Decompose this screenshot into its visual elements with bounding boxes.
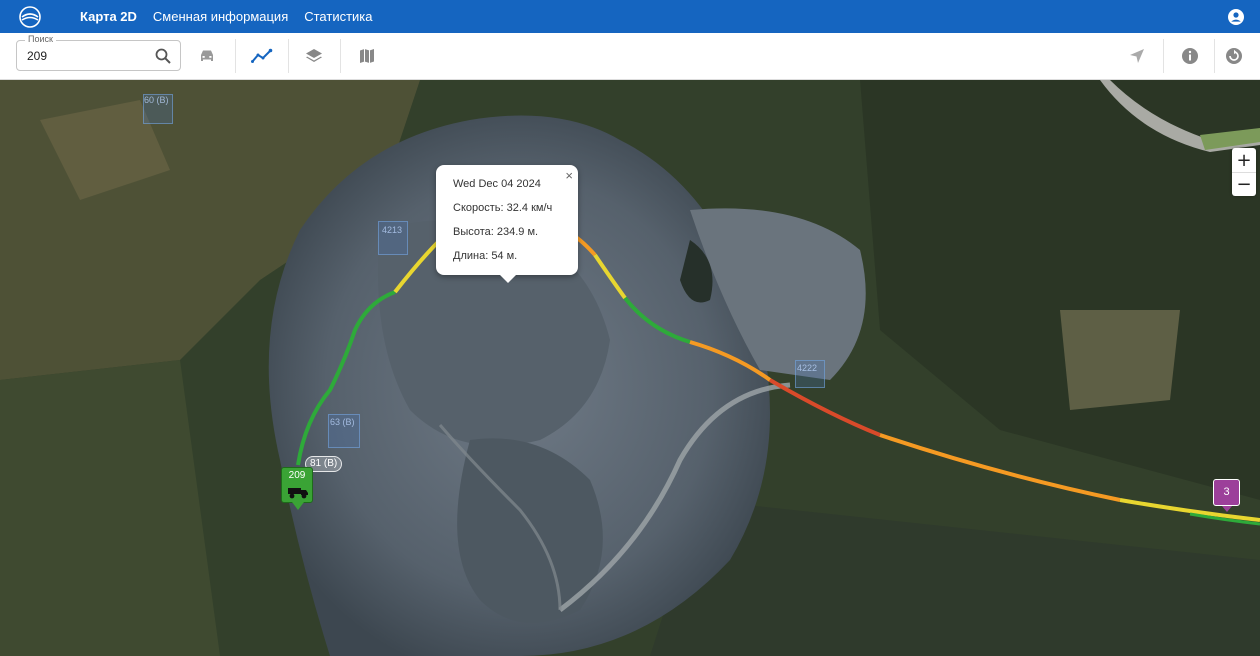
zoom-in-button[interactable]: + (1232, 148, 1256, 172)
main-nav: Карта 2D Сменная информация Статистика (80, 0, 373, 33)
popup-date: Wed Dec 04 2024 (453, 178, 541, 190)
faint-marker-label: 60 (В) (144, 95, 169, 105)
track-button[interactable] (249, 43, 275, 69)
zoom-out-button[interactable]: − (1232, 172, 1256, 196)
track-point-popup: × Wed Dec 04 2024 Скорость: 32.4 км/ч Вы… (436, 165, 578, 283)
faint-marker-label: 63 (В) (330, 417, 355, 427)
nav-item-shift-info[interactable]: Сменная информация (153, 9, 288, 24)
popup-close-button[interactable]: × (565, 168, 573, 183)
zoom-control: + − (1232, 148, 1256, 196)
popup-speed: Скорость: 32.4 км/ч (453, 202, 553, 214)
map-icon (360, 49, 374, 63)
vehicle-marker[interactable]: 209 (281, 467, 313, 510)
refresh-button[interactable] (1221, 43, 1247, 69)
layers-icon (306, 49, 322, 62)
user-account-icon[interactable] (1228, 9, 1244, 25)
refresh-icon (1226, 48, 1242, 64)
cluster-marker[interactable]: 3 (1213, 479, 1240, 512)
faint-marker-label: 4222 (797, 363, 818, 373)
navigation-button[interactable] (1124, 43, 1150, 69)
route-icon (251, 48, 273, 63)
top-nav-bar: Карта 2D Сменная информация Статистика (0, 0, 1260, 33)
toolbar-divider (235, 39, 236, 73)
toolbar-divider (340, 39, 341, 73)
car-icon (201, 50, 213, 61)
map-type-button[interactable] (354, 43, 380, 69)
satellite-map (0, 80, 1260, 656)
navigation-icon (1130, 49, 1144, 63)
nav-item-statistics[interactable]: Статистика (304, 9, 372, 24)
toolbar-divider (1163, 39, 1164, 73)
nav-item-map-2d[interactable]: Карта 2D (80, 9, 137, 24)
toolbar-divider (1214, 39, 1215, 73)
popup-height: Высота: 234.9 м. (453, 226, 539, 238)
info-icon (1182, 48, 1198, 64)
app-logo-icon[interactable] (18, 5, 42, 29)
search-label: Поиск (25, 34, 56, 44)
faint-marker-label: 4213 (382, 225, 403, 235)
vehicle-label: 209 (288, 470, 306, 481)
layers-button[interactable] (301, 43, 327, 69)
info-button[interactable] (1177, 43, 1203, 69)
map-view[interactable]: 60 (В) 4213 63 (В) 4222 81 (В) 209 3 × W… (0, 80, 1260, 656)
search-field[interactable]: Поиск (16, 34, 181, 71)
popup-length: Длина: 54 м. (453, 250, 518, 262)
search-input[interactable] (27, 47, 147, 65)
toolbar-divider (288, 39, 289, 73)
vehicles-button[interactable] (194, 43, 220, 69)
search-icon[interactable] (154, 47, 172, 65)
dump-truck-icon (288, 488, 308, 499)
toolbar: Поиск (0, 33, 1260, 80)
